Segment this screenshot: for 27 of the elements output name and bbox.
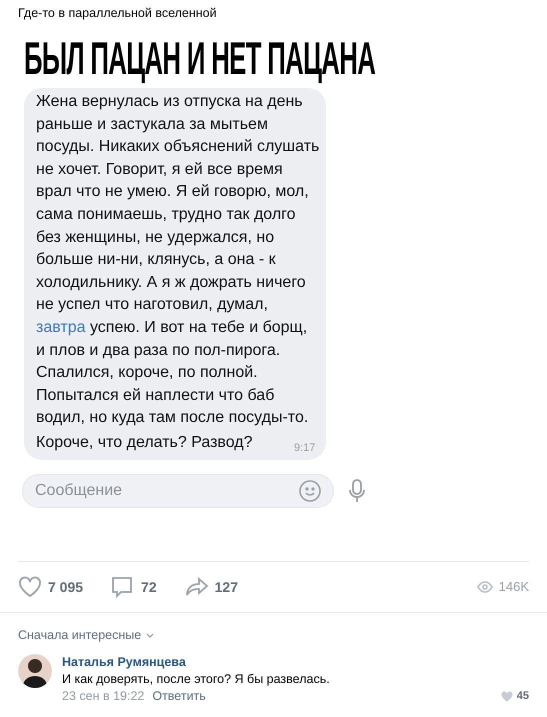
- message-input[interactable]: Сообщение: [22, 474, 334, 508]
- heart-icon: [500, 691, 513, 702]
- avatar[interactable]: [18, 654, 52, 688]
- views-count: 146K: [498, 578, 529, 596]
- message-text: Жена вернулась из отпуска на день раньше и застукала за мытьем посуды. Никаких объяснений слушать не хочет. Говорит, я ей все время врал что не умею. Я ей говорю, мол, сама понимаешь, трудно так долго без женщины, не удержался, но больше ни-ни, клянусь, а она - к холодильнику. А я ж дожрать ничего не успел что наготовил, думал, завтра успею. И вот на тебе и борщ, и плов и два раза по пол-пирога. Спалился, короче, по полной. Попытался ей наплести что баб водил, но куда там после посуды-то.: [36, 92, 320, 428]
- like-button[interactable]: 7 095: [18, 576, 84, 598]
- message-placeholder: Сообщение: [35, 481, 122, 501]
- message-question: Короче, что делать? Развод?: [36, 433, 253, 453]
- comment-date: 23 сен в 19:22: [62, 688, 144, 705]
- meme-title: БЫЛ ПАЦАН И НЕТ ПАЦАНА: [24, 34, 376, 82]
- comment-icon: [111, 576, 134, 598]
- comment-button[interactable]: 72: [111, 576, 157, 598]
- share-button[interactable]: 127: [184, 576, 238, 598]
- heart-icon: [18, 576, 42, 598]
- comment-like-button[interactable]: 45: [500, 688, 529, 705]
- reply-link[interactable]: Ответить: [152, 688, 206, 705]
- message-link[interactable]: завтра: [36, 318, 86, 336]
- comment-author[interactable]: Наталья Румянцева: [62, 654, 529, 671]
- microphone-icon[interactable]: [348, 479, 366, 503]
- message-time: 9:17: [294, 441, 316, 456]
- smiley-icon[interactable]: [299, 480, 321, 502]
- sort-dropdown[interactable]: Сначала интересные: [18, 626, 154, 645]
- share-arrow-icon: [184, 577, 209, 597]
- chevron-down-icon: [146, 632, 154, 638]
- post-header: Где-то в параллельной вселенной: [18, 5, 217, 22]
- comment-text: И как доверять, после этого? Я бы развелась.: [62, 671, 331, 688]
- eye-icon: [476, 581, 493, 593]
